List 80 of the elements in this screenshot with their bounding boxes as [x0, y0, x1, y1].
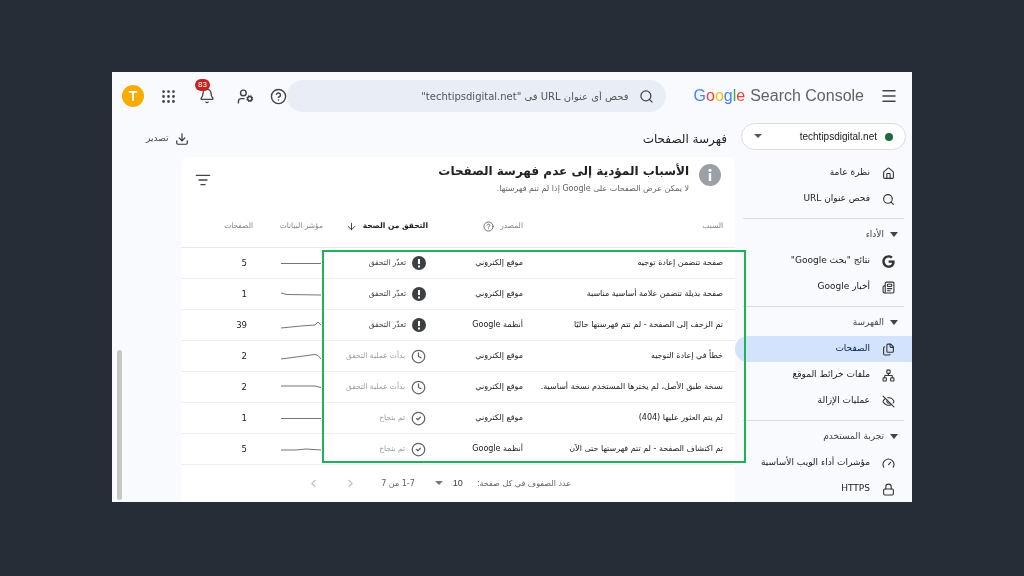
- page-title: فهرسة الصفحات: [642, 130, 727, 148]
- property-selector[interactable]: techtipsdigital.net: [741, 123, 906, 150]
- eye-off-icon: [882, 394, 895, 408]
- table-cell-text: 1: [240, 287, 248, 301]
- gauge-icon: [882, 456, 895, 470]
- table-cell-text: موقع إلكتروني: [474, 381, 523, 393]
- section-heading[interactable]: تجربة المستخدم: [823, 430, 884, 444]
- section-heading[interactable]: الفهرسة: [852, 316, 884, 330]
- pagination-range: 1-7 من 7: [381, 477, 415, 490]
- menu-icon[interactable]: [880, 87, 898, 105]
- card-subtitle: لا يمكن عرض الصفحات على Google إذا لم تتم فهرستها.: [495, 183, 689, 195]
- download-icon: [174, 131, 189, 146]
- sparkline: [281, 385, 321, 389]
- logo-text[interactable]: Google Search Console: [693, 84, 864, 108]
- table-cell-text: موقع إلكتروني: [474, 412, 523, 424]
- sitemap-icon: [882, 368, 895, 382]
- google-g-icon: [882, 254, 895, 268]
- help-icon[interactable]: [270, 87, 287, 105]
- nav-item[interactable]: أخبار Google: [735, 274, 912, 300]
- table-cell-text: 2: [240, 380, 248, 394]
- nav-item[interactable]: نتائج "بحث Google": [735, 248, 912, 274]
- search-icon: [638, 88, 654, 104]
- property-name: techtipsdigital.net: [799, 130, 877, 144]
- rows-per-page-dropdown[interactable]: 10: [434, 476, 463, 491]
- table-cell-text: أنظمة Google: [471, 443, 523, 455]
- filter-icon[interactable]: [195, 172, 211, 188]
- nav-item[interactable]: نظرة عامة: [735, 160, 912, 186]
- scrollbar-thumb[interactable]: [117, 350, 122, 500]
- table-cell-text: موقع إلكتروني: [474, 288, 523, 300]
- table-cell-text: نسخة طبق الأصل، لم يخترها المستخدم نسخة أساسية.: [539, 382, 723, 392]
- caret-down-icon: [434, 481, 443, 486]
- apps-grid-icon[interactable]: [160, 87, 177, 105]
- rows-per-page-label: عدد الصفوف في كل صفحة:: [476, 477, 571, 490]
- table-cell-text: صفحة تتضمن إعادة توجيه: [636, 258, 723, 268]
- sparkline: [281, 292, 321, 296]
- sparkline: [281, 416, 321, 420]
- alert-icon: [412, 287, 426, 301]
- user-settings-icon[interactable]: [237, 87, 254, 105]
- table-cell-text: تم اكتشاف الصفحة - لم تتم فهرستها حتى الآن: [568, 444, 723, 454]
- nav-item[interactable]: الصفحات: [735, 336, 912, 362]
- table-cell-text: صفحة بديلة تتضمن علامة أساسية مناسبة: [585, 289, 723, 299]
- table-cell-text: 2: [240, 349, 248, 363]
- alert-icon: [412, 256, 426, 270]
- clock-icon: [411, 348, 426, 364]
- pages-icon: [882, 342, 895, 356]
- table-cell-text: خطأ في إعادة التوجيه: [649, 351, 723, 361]
- nav-item[interactable]: HTTPS: [735, 476, 912, 502]
- sort-arrow-icon[interactable]: [345, 220, 357, 232]
- table-cell-text: تم الزحف إلى الصفحة - لم تتم فهرستها حاليًا: [572, 320, 723, 330]
- section-heading[interactable]: الأداء: [865, 228, 884, 242]
- clock-icon: [411, 379, 426, 395]
- export-button[interactable]: تصدير: [146, 131, 189, 146]
- notification-badge: 83: [195, 79, 210, 91]
- table-cell-text: 39: [235, 318, 248, 332]
- table-cell-text: موقع إلكتروني: [474, 257, 523, 269]
- lock-icon: [882, 482, 895, 496]
- table-cell-text: موقع إلكتروني: [474, 350, 523, 362]
- sparkline: [281, 352, 321, 360]
- table-cell-text: 5: [240, 442, 248, 456]
- card-title: الأسباب المؤدية إلى عدم فهرسة الصفحات: [438, 164, 689, 179]
- caret-down-icon: [754, 134, 762, 139]
- table-cell-text: لم يتم العثور عليها (404): [637, 413, 723, 423]
- alert-icon: [412, 318, 426, 332]
- newspaper-icon: [882, 280, 895, 294]
- nav-item[interactable]: مؤشرات أداء الويب الأساسية: [735, 450, 912, 476]
- sparkline: [281, 321, 321, 329]
- sparkline: [281, 447, 321, 451]
- check-circle-icon: [411, 441, 426, 457]
- check-circle-icon: [411, 410, 426, 426]
- info-icon: [699, 164, 721, 186]
- nav-item[interactable]: ملفات خرائط الموقع: [735, 362, 912, 388]
- home-icon: [882, 166, 895, 180]
- sparkline: [281, 261, 321, 265]
- nav-item[interactable]: عمليات الإزالة: [735, 388, 912, 414]
- table-cell-text: 1: [240, 411, 248, 425]
- bell-icon[interactable]: [199, 88, 215, 104]
- nav-item[interactable]: فحص عنوان URL: [735, 186, 912, 212]
- table-cell-text: أنظمة Google: [471, 319, 523, 331]
- search-icon: [882, 192, 895, 206]
- table-cell-text: 5: [240, 256, 248, 270]
